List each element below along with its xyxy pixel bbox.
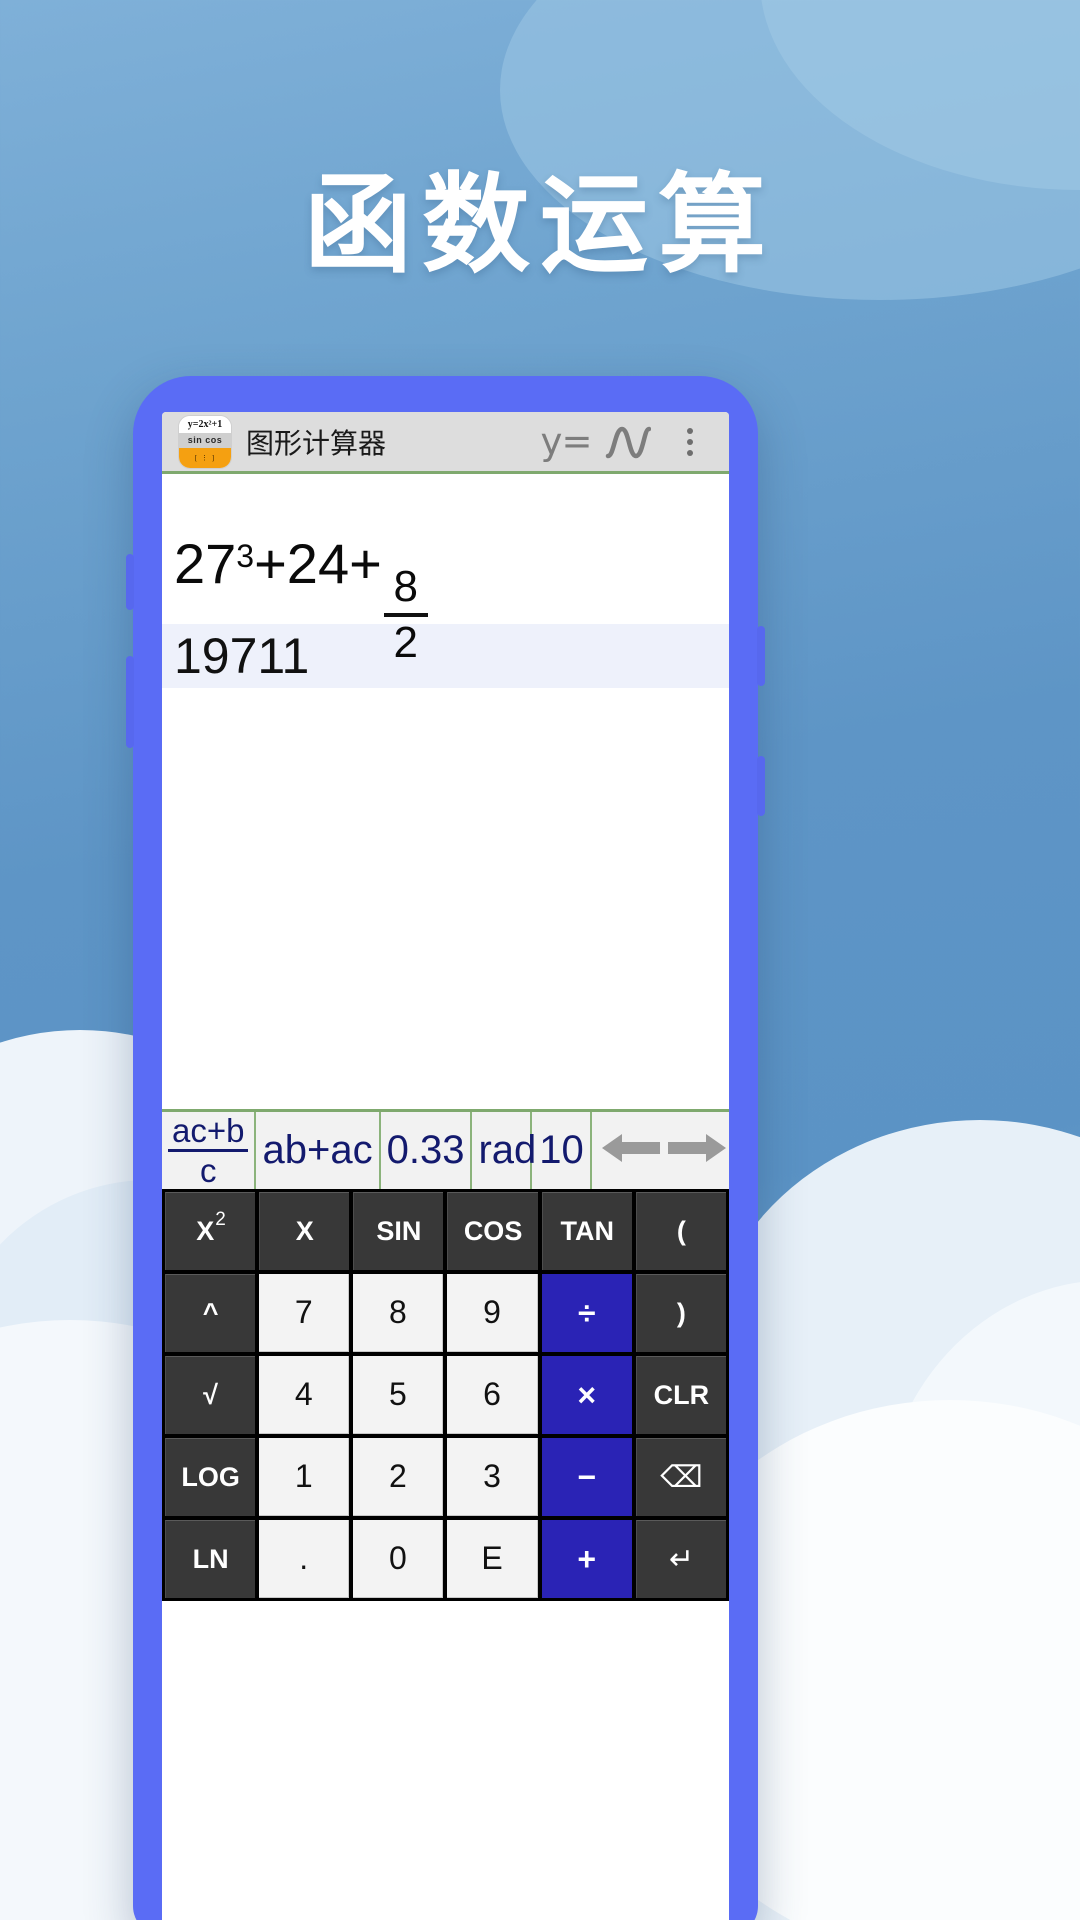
key-x[interactable]: X	[259, 1192, 350, 1270]
expression-fraction-denominator: 2	[393, 618, 419, 668]
overflow-menu-icon[interactable]	[659, 414, 721, 470]
page-headline: 函数运算	[303, 163, 776, 288]
mixed-fraction-denominator: c	[199, 1152, 217, 1189]
key-log[interactable]: LOG	[165, 1438, 256, 1516]
result-value: 19711	[174, 628, 310, 684]
rad-mode-button[interactable]: rad	[472, 1112, 537, 1189]
expression-fraction-bar	[383, 613, 428, 618]
key-8[interactable]: 8	[353, 1274, 444, 1352]
key-x-squared[interactable]: X2	[165, 1192, 256, 1270]
key-backspace[interactable]: ⌫	[635, 1438, 726, 1516]
expression-base-1: 27	[174, 532, 237, 595]
expression-fraction: 8 2	[383, 562, 428, 668]
key-divide[interactable]: ÷	[541, 1274, 632, 1352]
key-tan[interactable]: TAN	[541, 1192, 632, 1270]
key-enter[interactable]: ↵	[635, 1520, 726, 1598]
app-logo-trig-text: sin cos tan	[179, 432, 231, 460]
expression-row[interactable]: 27 3 +24 + 8 2	[162, 474, 729, 666]
mixed-fraction-numerator: ac+b	[172, 1112, 245, 1149]
expression-fraction-numerator: 8	[393, 562, 419, 611]
key-7[interactable]: 7	[259, 1274, 350, 1352]
app-title: 图形计算器	[246, 426, 387, 460]
key-decimal-point[interactable]: .	[259, 1520, 350, 1598]
mixed-fraction-glyph: ac+b c	[168, 1112, 249, 1189]
key-2[interactable]: 2	[353, 1438, 444, 1516]
base-ten-label: 10	[539, 1128, 584, 1173]
scroll-right-arrow[interactable]	[664, 1126, 729, 1175]
key-3[interactable]: 3	[447, 1438, 538, 1516]
key-9[interactable]: 9	[447, 1274, 538, 1352]
key-4[interactable]: 4	[259, 1356, 350, 1434]
app-logo-formula-text: y=2x²+1	[179, 415, 231, 433]
phone-screen: y=2x²+1 sin cos tan [ ⋮ ] 图形计算器 y=	[162, 412, 729, 1920]
app-logo-icon: y=2x²+1 sin cos tan [ ⋮ ]	[178, 414, 232, 469]
overflow-menu-dots	[687, 427, 693, 456]
key-clear[interactable]: CLR	[635, 1356, 726, 1434]
rad-mode-label: rad	[478, 1128, 537, 1173]
expression-plus-2: +	[349, 532, 382, 595]
key-1[interactable]: 1	[259, 1438, 350, 1516]
scroll-left-arrow[interactable]	[598, 1126, 664, 1175]
mixed-fraction-button[interactable]: ac+b c	[162, 1112, 257, 1189]
key-sqrt[interactable]: √	[165, 1356, 256, 1434]
key-paren-open[interactable]: (	[635, 1192, 726, 1270]
result-row: 19711	[162, 624, 729, 688]
expression-term-2: 24	[286, 532, 350, 595]
key-plus[interactable]: +	[541, 1520, 632, 1598]
app-bar: y=2x²+1 sin cos tan [ ⋮ ] 图形计算器 y=	[162, 412, 729, 474]
key-x-squared-label: X	[196, 1216, 215, 1246]
key-6[interactable]: 6	[447, 1356, 538, 1434]
key-paren-close[interactable]: )	[635, 1274, 726, 1352]
calculator-display[interactable]: 27 3 +24 + 8 2 19711	[162, 474, 729, 1109]
key-exponent-e[interactable]: E	[447, 1520, 538, 1598]
key-5[interactable]: 5	[353, 1356, 444, 1434]
key-sin[interactable]: SIN	[353, 1192, 444, 1270]
key-multiply[interactable]: ×	[541, 1356, 632, 1434]
base-ten-button[interactable]: 10	[532, 1112, 593, 1189]
key-minus[interactable]: −	[541, 1438, 632, 1516]
decimal-button[interactable]: 0.33	[381, 1112, 473, 1189]
phone-side-button-left-1	[126, 554, 134, 610]
toolbar-nav	[592, 1112, 729, 1189]
function-toolbar[interactable]: ac+b c ab+ac 0.33 rad 10	[162, 1109, 729, 1189]
phone-mockup: y=2x²+1 sin cos tan [ ⋮ ] 图形计算器 y=	[126, 376, 765, 1920]
key-power[interactable]: ^	[165, 1274, 256, 1352]
key-cos[interactable]: COS	[447, 1192, 538, 1270]
app-logo-matrix-text: [ ⋮ ]	[179, 447, 231, 468]
y-equals-icon[interactable]: y=	[535, 414, 597, 470]
key-0[interactable]: 0	[353, 1520, 444, 1598]
phone-side-button-right-2	[757, 756, 765, 816]
phone-side-button-right-1	[757, 626, 765, 686]
key-x-squared-exponent: 2	[215, 1208, 226, 1230]
wave-function-icon[interactable]	[597, 414, 659, 470]
keypad[interactable]: X 2 X SIN COS TAN(^ 7 8 9 ÷) √ 4 5 6 × CLR LOG 1 2 3− ⌫ LN. 0 E…	[162, 1189, 729, 1601]
key-ln[interactable]: LN	[165, 1520, 256, 1598]
phone-side-button-left-2	[126, 656, 134, 748]
expression-plus-1: +	[254, 532, 287, 595]
y-equals-icon-label: y=	[540, 420, 593, 463]
expand-button[interactable]: ab+ac	[256, 1112, 381, 1189]
